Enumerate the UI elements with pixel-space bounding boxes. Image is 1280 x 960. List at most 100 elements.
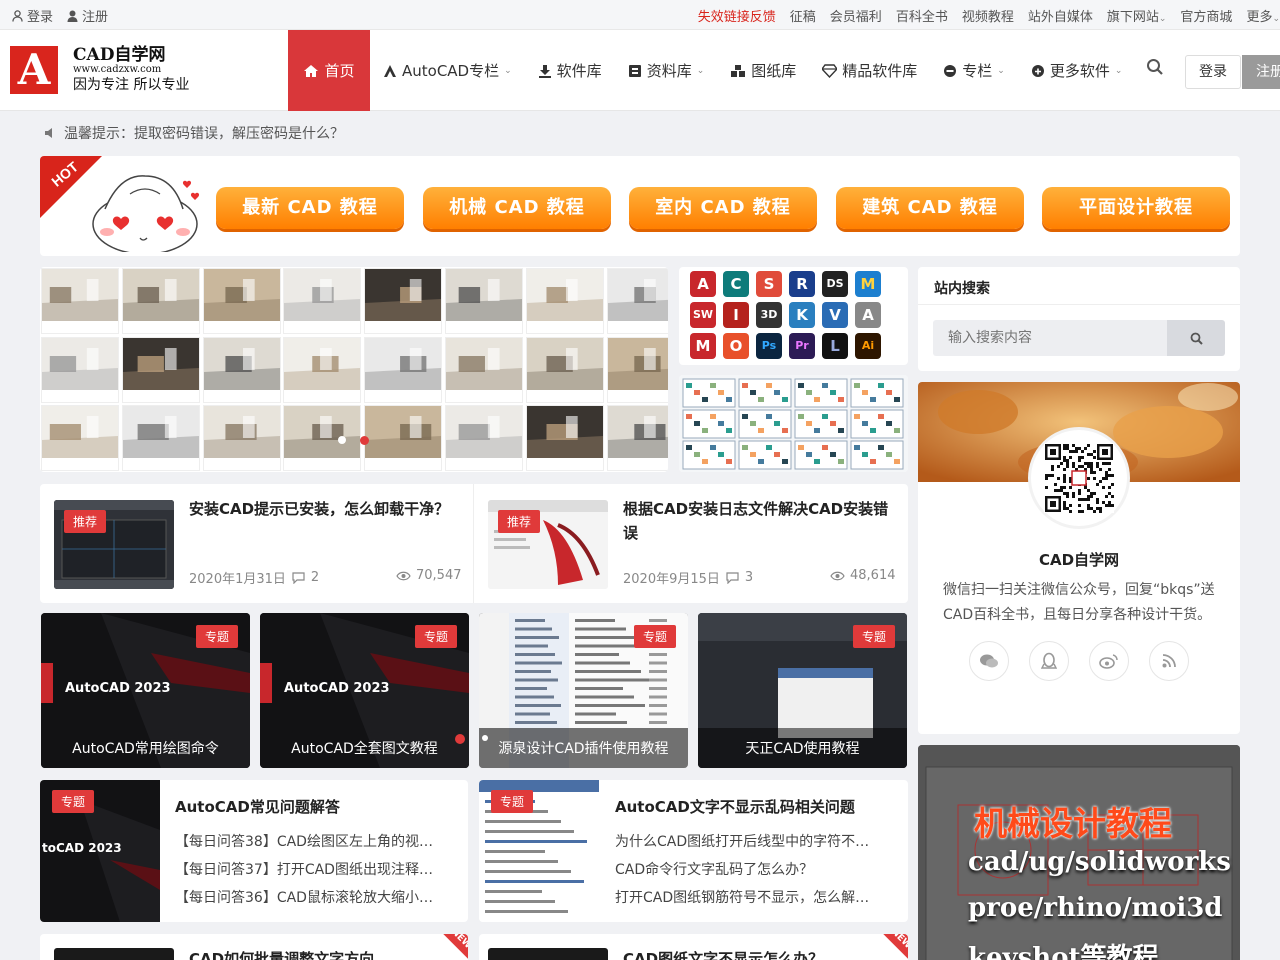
interior-thumbnail[interactable] [202,405,281,471]
interior-thumbnail[interactable] [364,405,443,471]
software-app-icon[interactable]: L [822,333,848,359]
wechat-button[interactable] [969,641,1009,681]
search-input[interactable] [933,320,1167,356]
list-title[interactable]: AutoCAD常见问题解答 [175,796,340,817]
top-link[interactable]: 官方商城 [1180,6,1232,25]
banner-button-mechanical[interactable]: 机械 CAD 教程 [423,187,611,229]
top-link[interactable]: 百科全书 [896,6,948,25]
rss-button[interactable] [1149,641,1189,681]
software-app-icon[interactable]: S [756,271,782,297]
interior-thumbnail[interactable] [525,268,604,334]
header-login-button[interactable]: 登录 [1185,55,1241,89]
interior-thumbnail[interactable] [606,405,668,471]
software-app-icon[interactable]: O [723,333,749,359]
list-item[interactable]: 【每日问答38】CAD绘图区左上角的视… [175,831,433,851]
topic-card[interactable]: 专题 天正CAD使用教程 [698,613,907,768]
interior-thumbnail[interactable] [41,268,119,334]
interior-thumbnail[interactable] [445,268,523,334]
nav-software[interactable]: 软件库 [525,30,615,111]
software-app-icon[interactable]: M [690,333,716,359]
interior-thumbnail[interactable] [364,268,443,334]
top-login-link[interactable]: 登录 [12,6,53,25]
top-link[interactable]: 征稿 [790,6,816,25]
search-submit-button[interactable] [1167,320,1225,356]
header-register-button[interactable]: 注册 [1242,55,1280,89]
interior-thumbnail[interactable] [41,405,119,471]
feedback-link[interactable]: 失效链接反馈 [698,6,776,25]
interior-thumbnail[interactable] [606,336,668,403]
software-app-icon[interactable]: K [789,302,815,328]
interior-thumbnail[interactable] [202,336,281,403]
list-item[interactable]: CAD命令行文字乱码了怎么办？ [615,859,813,879]
site-title-block[interactable]: CAD自学网 www.cadzxw.com 因为专注 所以专业 [73,46,189,94]
software-app-icon[interactable]: SW [690,302,716,328]
post-card[interactable]: CAD图纸文字不显示怎么办？ NEW [479,934,908,960]
software-app-icon[interactable]: A [690,271,716,297]
top-register-link[interactable]: 注册 [67,6,108,25]
nav-resources[interactable]: 资料库 ⌄ [615,30,718,111]
carousel-dot-active[interactable] [360,436,369,445]
interior-thumbnail[interactable] [121,405,200,471]
search-icon[interactable] [1146,58,1164,76]
list-item[interactable]: 为什么CAD图纸打开后线型中的字符不… [615,831,869,851]
top-link[interactable]: 视频教程 [962,6,1014,25]
top-link-dropdown[interactable]: 旗下网站⌄ [1107,6,1167,25]
mechanical-tutorial-ad[interactable]: 机械设计教程 cad/ug/solidworks proe/rhino/moi3… [918,745,1240,960]
interior-thumbnail[interactable] [41,336,119,403]
interior-thumbnail[interactable] [121,336,200,403]
interior-thumbnail[interactable] [525,336,604,403]
list-item[interactable]: 【每日问答36】CAD鼠标滚轮放大缩小… [175,887,433,907]
software-icons-panel[interactable]: A C S R DS M SW I 3D K V A M O Ps Pr L Ai [679,267,908,365]
list-item[interactable]: 打开CAD图纸钢筋符号不显示，怎么解… [615,887,869,907]
software-app-icon[interactable]: I [723,302,749,328]
weibo-button[interactable] [1089,641,1129,681]
nav-columns[interactable]: 专栏 ⌄ [930,30,1018,111]
notice-bar[interactable]: 温馨提示：提取密码错误，解压密码是什么？ [44,123,344,143]
nav-autocad[interactable]: AutoCAD专栏 ⌄ [370,30,525,111]
interior-thumbnail[interactable] [364,336,443,403]
interior-thumbnail[interactable] [121,268,200,334]
carousel-dot[interactable] [338,436,346,444]
topic-card[interactable]: AutoCAD 2023 专题 AutoCAD常用绘图命令 [41,613,250,768]
software-app-icon[interactable]: C [723,271,749,297]
list-item[interactable]: 【每日问答37】打开CAD图纸出现注释… [175,859,433,879]
top-link[interactable]: 站外自媒体 [1028,6,1093,25]
banner-button-interior[interactable]: 室内 CAD 教程 [629,187,817,229]
software-app-icon[interactable]: M [855,271,881,297]
software-app-icon[interactable]: Pr [789,333,815,359]
cad-drawings-image[interactable] [679,375,908,472]
topic-card[interactable]: AutoCAD 2023 专题 AutoCAD全套图文教程 [260,613,469,768]
software-app-icon[interactable]: DS [822,271,848,297]
interior-thumbnail[interactable] [445,336,523,403]
top-link-dropdown[interactable]: 更多⌄ [1246,6,1280,25]
interior-thumbnail[interactable] [445,405,523,471]
interior-thumbnail[interactable] [525,405,604,471]
interior-gallery[interactable] [40,267,668,472]
interior-thumbnail[interactable] [202,268,281,334]
list-title[interactable]: AutoCAD文字不显示乱码相关问题 [615,796,855,817]
software-app-icon[interactable]: R [789,271,815,297]
nav-premium[interactable]: 精品软件库 [809,30,930,111]
post-title[interactable]: 根据CAD安装日志文件解决CAD安装错误 [623,497,893,545]
software-app-icon[interactable]: A [855,302,881,328]
topic-card[interactable]: 专题 源泉设计CAD插件使用教程 [479,613,688,768]
nav-home[interactable]: 首页 [288,30,370,111]
interior-thumbnail[interactable] [283,268,362,334]
nav-drawings[interactable]: 图纸库 [717,30,809,111]
software-app-icon[interactable]: Ps [756,333,782,359]
interior-thumbnail[interactable] [283,405,362,471]
site-logo[interactable]: A [10,46,58,94]
qq-button[interactable] [1029,641,1069,681]
banner-button-latest[interactable]: 最新 CAD 教程 [216,187,404,229]
post-title[interactable]: 安装CAD提示已安装，怎么卸载干净？ [189,497,459,521]
software-app-icon[interactable]: 3D [756,302,782,328]
software-app-icon[interactable]: V [822,302,848,328]
interior-thumbnail[interactable] [283,336,362,403]
post-card[interactable]: CAD如何批量调整文字方向 NEW [40,934,468,960]
nav-more-software[interactable]: 更多软件 ⌄ [1018,30,1136,111]
banner-button-graphic[interactable]: 平面设计教程 [1042,187,1230,229]
software-app-icon[interactable]: Ai [855,333,881,359]
banner-button-architecture[interactable]: 建筑 CAD 教程 [836,187,1024,229]
interior-thumbnail[interactable] [606,268,668,334]
top-link[interactable]: 会员福利 [830,6,882,25]
